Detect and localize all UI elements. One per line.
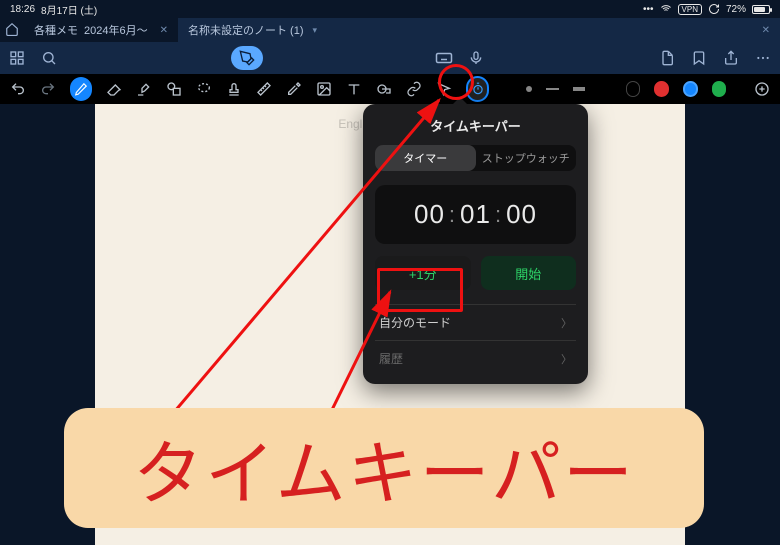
pen-tool[interactable]	[70, 77, 92, 101]
text-tool[interactable]	[346, 81, 362, 97]
history-label: 履歴	[379, 350, 403, 367]
image-tool[interactable]	[316, 81, 332, 97]
add-color-icon[interactable]	[754, 81, 770, 97]
seg-stopwatch[interactable]: ストップウォッチ	[476, 145, 577, 171]
tab-left-title-a: 各種メモ	[34, 22, 78, 38]
colon-icon: :	[449, 202, 456, 228]
annotation-circle	[438, 64, 474, 100]
highlighter-tool[interactable]	[136, 81, 152, 97]
tool-strip	[0, 74, 780, 104]
stamp-tool[interactable]	[226, 81, 242, 97]
callout-text: タイムキーパー	[133, 418, 635, 519]
seg-timer[interactable]: タイマー	[375, 145, 476, 171]
lasso-tool[interactable]	[196, 81, 212, 97]
home-icon[interactable]	[0, 22, 24, 39]
status-time: 18:26	[10, 4, 35, 15]
time-ss: 00	[506, 199, 537, 230]
tab-left[interactable]: 各種メモ 2024年6月〜 ✕	[24, 18, 178, 42]
main-toolbar	[0, 42, 780, 74]
color-blue[interactable]	[683, 81, 698, 97]
chevron-right-icon: 〉	[561, 315, 572, 331]
share-icon[interactable]	[722, 49, 740, 67]
timekeeper-popover: タイムキーパー タイマー ストップウォッチ 00 : 01 : 00 +1分 開…	[363, 104, 588, 384]
popover-title: タイムキーパー	[375, 116, 576, 135]
stroke-thick[interactable]	[573, 87, 586, 91]
tab-right-title: 名称未設定のノート (1)	[188, 22, 304, 38]
chevron-right-icon: 〉	[561, 351, 572, 367]
chevron-down-icon[interactable]: ▾	[312, 25, 317, 36]
mode-segmented: タイマー ストップウォッチ	[375, 145, 576, 171]
history-row[interactable]: 履歴 〉	[375, 340, 576, 376]
color-green[interactable]	[712, 81, 726, 97]
bookmark-icon[interactable]	[690, 49, 708, 67]
pen-mode-button[interactable]	[231, 46, 263, 70]
search-icon[interactable]	[40, 49, 58, 67]
grid-icon[interactable]	[8, 49, 26, 67]
link-tool[interactable]	[406, 81, 422, 97]
annotation-box	[377, 268, 463, 312]
time-mm: 01	[460, 199, 491, 230]
status-date: 8月17日 (土)	[41, 2, 97, 17]
tape-tool[interactable]	[376, 81, 392, 97]
tab-right[interactable]: 名称未設定のノート (1) ▾ ✕	[178, 18, 780, 42]
colon-icon: :	[495, 202, 502, 228]
stroke-med[interactable]	[546, 88, 559, 90]
export-icon[interactable]	[658, 49, 676, 67]
close-icon[interactable]: ✕	[762, 25, 770, 36]
document-tabs: 各種メモ 2024年6月〜 ✕ 名称未設定のノート (1) ▾ ✕	[0, 18, 780, 42]
more-icon[interactable]	[754, 49, 772, 67]
my-mode-label: 自分のモード	[379, 314, 451, 331]
ruler-tool[interactable]	[256, 81, 272, 97]
tab-left-title-b: 2024年6月〜	[84, 22, 148, 38]
color-black[interactable]	[626, 81, 641, 97]
battery-pct: 72%	[726, 4, 746, 15]
mic-icon[interactable]	[467, 49, 485, 67]
status-bar: 18:26 8月17日 (土) ••• VPN 72%	[0, 0, 780, 18]
dots-icon: •••	[643, 4, 654, 15]
time-display[interactable]: 00 : 01 : 00	[375, 185, 576, 244]
stroke-thin[interactable]	[526, 86, 531, 92]
color-picker-tool[interactable]	[286, 81, 302, 97]
time-hh: 00	[414, 199, 445, 230]
redo-icon[interactable]	[40, 81, 56, 97]
vpn-badge: VPN	[678, 4, 702, 15]
sync-icon	[708, 3, 720, 15]
eraser-tool[interactable]	[106, 81, 122, 97]
undo-icon[interactable]	[10, 81, 26, 97]
color-red[interactable]	[654, 81, 668, 97]
wifi-icon	[660, 3, 672, 15]
annotation-callout: タイムキーパー	[64, 408, 704, 528]
start-button[interactable]: 開始	[481, 256, 577, 290]
shape-tool[interactable]	[166, 81, 182, 97]
battery-icon	[752, 5, 770, 14]
close-icon[interactable]: ✕	[160, 25, 168, 36]
